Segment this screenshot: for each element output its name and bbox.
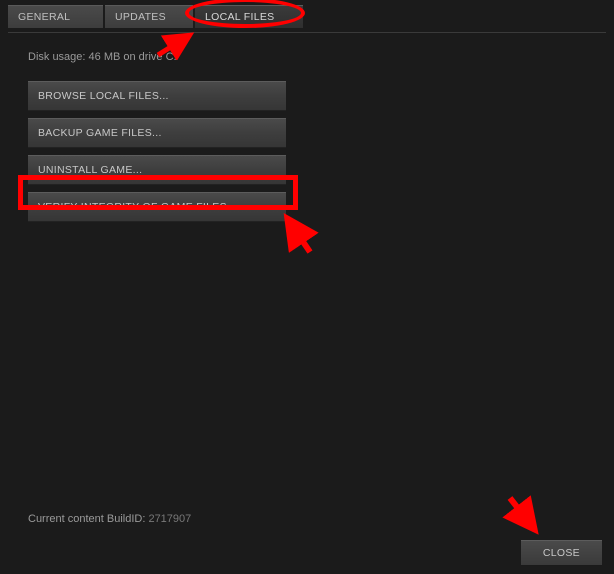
uninstall-game-button[interactable]: UNINSTALL GAME... [28, 155, 286, 185]
close-button[interactable]: CLOSE [521, 540, 602, 566]
build-id-label: Current content BuildID: [28, 513, 145, 525]
tab-bar: GENERAL UPDATES LOCAL FILES [0, 0, 614, 28]
build-id-text: Current content BuildID: 2717907 [28, 513, 191, 525]
backup-game-files-button[interactable]: BACKUP GAME FILES... [28, 118, 286, 148]
verify-integrity-button[interactable]: VERIFY INTEGRITY OF GAME FILES... [28, 192, 286, 222]
build-id-value: 2717907 [145, 513, 191, 525]
footer: CLOSE [521, 540, 602, 566]
tab-general[interactable]: GENERAL [8, 5, 103, 28]
disk-usage-label: Disk usage: 46 MB on drive C: [28, 51, 594, 63]
browse-local-files-button[interactable]: BROWSE LOCAL FILES... [28, 81, 286, 111]
tab-local-files[interactable]: LOCAL FILES [195, 5, 303, 28]
tab-updates[interactable]: UPDATES [105, 5, 193, 28]
content-area: Disk usage: 46 MB on drive C: BROWSE LOC… [0, 33, 614, 531]
